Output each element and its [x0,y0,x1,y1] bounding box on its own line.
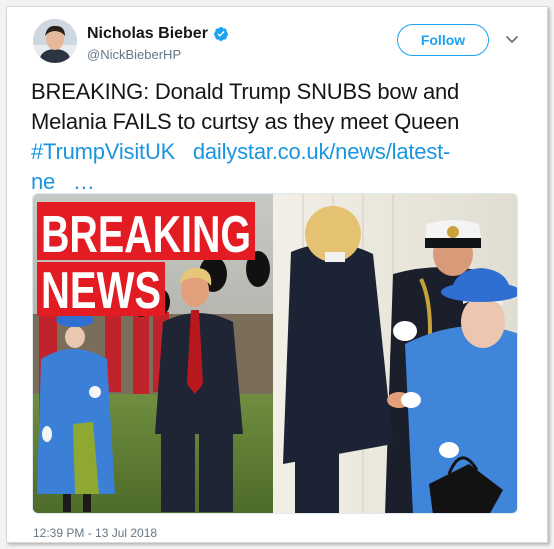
tweet-media-image[interactable]: BREAKING NEWS [32,193,518,514]
tweet-text: BREAKING: Donald Trump SNUBS bow and Mel… [31,77,531,197]
tweet-body: BREAKING: Donald Trump SNUBS bow and Mel… [31,79,460,134]
hashtag-link[interactable]: #TrumpVisitUK [31,139,175,164]
avatar[interactable] [33,19,77,63]
timestamp[interactable]: 12:39 PM - 13 Jul 2018 [33,526,157,540]
tweet-card: Nicholas Bieber @NickBieberHP Follow BRE… [6,6,548,543]
user-handle[interactable]: @NickBieberHP [87,47,181,62]
name-row: Nicholas Bieber [87,25,229,43]
news-photo: BREAKING NEWS [33,194,517,513]
verified-badge-icon [213,27,228,41]
link-ellipsis: … [72,169,95,194]
chevron-down-icon[interactable] [503,32,521,48]
display-name[interactable]: Nicholas Bieber [87,25,208,43]
banner-news-text: NEWS [41,262,161,320]
banner-breaking-text: BREAKING [41,206,251,264]
article-link-part2: ne [31,169,56,194]
article-link-part1: dailystar.co.uk/news/latest- [192,139,451,164]
follow-button[interactable]: Follow [397,24,489,56]
